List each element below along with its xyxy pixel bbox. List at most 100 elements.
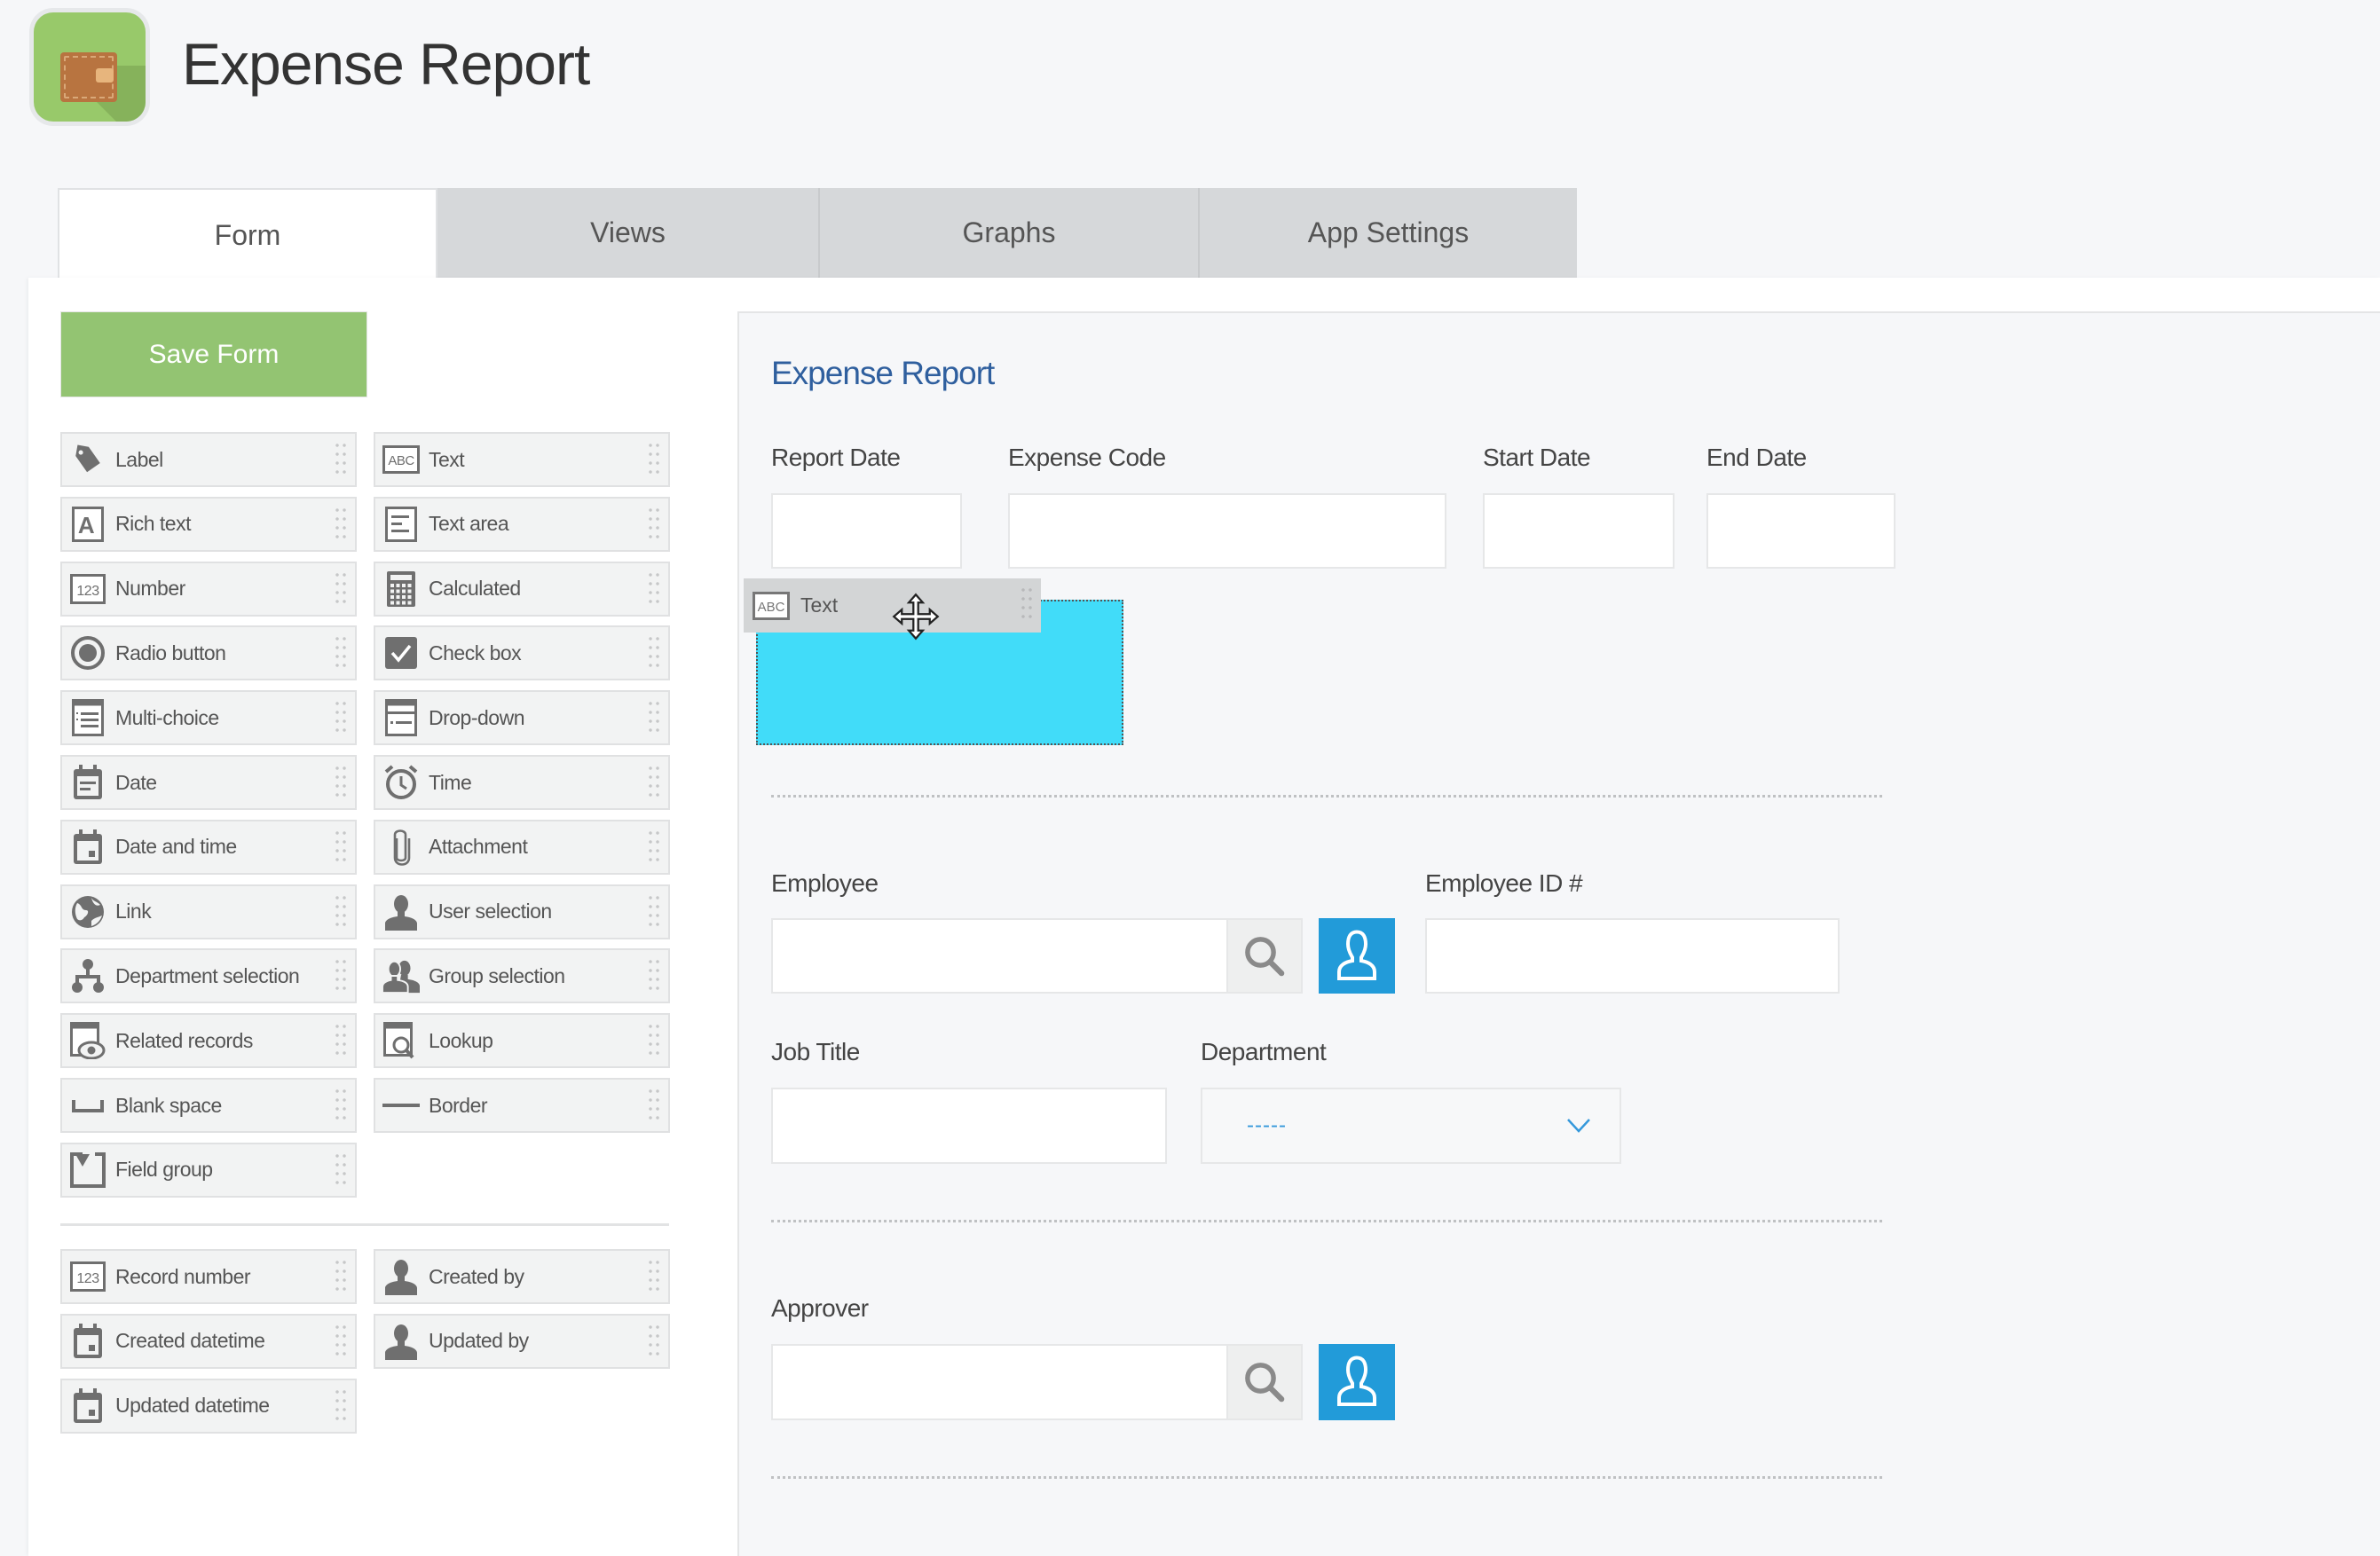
expense-code-field[interactable] — [1008, 493, 1446, 569]
palette-item-attachment[interactable]: Attachment — [374, 819, 670, 875]
tab-form[interactable]: Form — [58, 188, 437, 280]
palette-item-label: Text area — [429, 512, 509, 536]
palette-item-updated-by[interactable]: Updated by — [374, 1313, 670, 1369]
calendar-datetime-icon — [69, 1323, 106, 1360]
palette-item-date-and-time[interactable]: Date and time — [60, 819, 357, 875]
drag-handle[interactable] — [334, 1087, 348, 1124]
report-date-label: Report Date — [771, 444, 901, 471]
drag-handle[interactable] — [334, 828, 348, 866]
palette-item-check-box[interactable]: Check box — [374, 625, 670, 681]
palette-item-text-area[interactable]: Text area — [374, 496, 670, 552]
tab-graphs[interactable]: Graphs — [818, 188, 1198, 278]
palette-item-time[interactable]: Time — [374, 755, 670, 810]
approver-label: Approver — [771, 1294, 869, 1322]
drag-handle[interactable] — [647, 441, 661, 478]
employee-user-picker-button[interactable] — [1319, 918, 1395, 994]
employee-field[interactable] — [771, 918, 1228, 994]
drag-handle[interactable] — [334, 1387, 348, 1425]
palette-item-label: User selection — [429, 900, 552, 923]
drag-handle[interactable] — [647, 570, 661, 608]
drag-handle[interactable] — [334, 1151, 348, 1189]
drag-handle[interactable] — [334, 1258, 348, 1295]
start-date-field[interactable] — [1483, 493, 1675, 569]
drag-handle[interactable] — [647, 1022, 661, 1060]
palette-item-created-datetime[interactable]: Created datetime — [60, 1313, 357, 1369]
palette-item-record-number[interactable]: 123 Record number — [60, 1249, 357, 1304]
drag-handle[interactable] — [647, 764, 661, 801]
end-date-label: End Date — [1706, 444, 1807, 471]
drag-handle[interactable] — [647, 634, 661, 672]
department-dropdown[interactable]: ----- — [1201, 1088, 1621, 1164]
app-icon — [34, 12, 146, 122]
palette-item-label[interactable]: Label — [60, 432, 357, 487]
job-title-label: Job Title — [771, 1038, 860, 1065]
palette-divider — [60, 1223, 669, 1226]
drag-handle[interactable] — [647, 1322, 661, 1360]
employee-label: Employee — [771, 869, 879, 897]
employee-search-button[interactable] — [1228, 918, 1303, 994]
number-123-icon: 123 — [69, 1258, 106, 1295]
drag-handle[interactable] — [647, 892, 661, 931]
approver-search-button[interactable] — [1228, 1344, 1303, 1420]
user-icon — [382, 1323, 420, 1360]
lookup-icon — [382, 1022, 420, 1059]
end-date-field[interactable] — [1706, 493, 1895, 569]
field-group-icon — [69, 1151, 106, 1189]
palette-item-label: Number — [115, 577, 185, 601]
palette-item-label: Blank space — [115, 1093, 222, 1117]
palette-item-text[interactable]: ABC Text — [374, 432, 670, 487]
palette-item-number[interactable]: 123 Number — [60, 561, 357, 617]
palette-item-radio-button[interactable]: Radio button — [60, 625, 357, 681]
drag-handle[interactable] — [647, 1258, 661, 1295]
drag-handle[interactable] — [334, 441, 348, 478]
palette-item-group-selection[interactable]: Group selection — [374, 948, 670, 1004]
palette-item-label: Rich text — [115, 512, 191, 536]
employee-id-field[interactable] — [1425, 918, 1840, 994]
palette-item-label: Created datetime — [115, 1329, 265, 1353]
approver-user-picker-button[interactable] — [1319, 1344, 1395, 1420]
drag-handle[interactable] — [1020, 585, 1034, 623]
palette-item-created-by[interactable]: Created by — [374, 1249, 670, 1304]
job-title-field[interactable] — [771, 1088, 1167, 1164]
palette-item-updated-datetime[interactable]: Updated datetime — [60, 1378, 357, 1434]
tab-views[interactable]: Views — [437, 188, 818, 278]
drag-handle[interactable] — [647, 699, 661, 737]
drag-handle[interactable] — [334, 1322, 348, 1360]
palette-item-date[interactable]: Date — [60, 755, 357, 810]
drag-handle[interactable] — [334, 505, 348, 543]
report-date-field[interactable] — [771, 493, 962, 569]
calendar-datetime-icon — [69, 1387, 106, 1425]
tab-app-settings[interactable]: App Settings — [1198, 188, 1577, 278]
drag-handle[interactable] — [334, 699, 348, 737]
drag-handle[interactable] — [334, 892, 348, 931]
drag-handle[interactable] — [334, 634, 348, 672]
drag-handle[interactable] — [334, 570, 348, 608]
text-area-icon — [382, 506, 420, 543]
app-title: Expense Report — [182, 31, 590, 97]
palette-item-drop-down[interactable]: Drop-down — [374, 690, 670, 746]
chevron-down-icon — [1567, 1119, 1590, 1133]
palette-item-rich-text[interactable]: A Rich text — [60, 496, 357, 552]
palette-item-user-selection[interactable]: User selection — [374, 884, 670, 939]
palette-item-field-group[interactable]: Field group — [60, 1142, 357, 1198]
palette-item-blank-space[interactable]: Blank space — [60, 1078, 357, 1133]
save-form-button[interactable]: Save Form — [60, 311, 367, 397]
drag-handle[interactable] — [334, 764, 348, 801]
palette-item-department-selection[interactable]: Department selection — [60, 948, 357, 1004]
palette-item-calculated[interactable]: Calculated — [374, 561, 670, 617]
approver-field[interactable] — [771, 1344, 1228, 1420]
drag-handle[interactable] — [334, 957, 348, 995]
palette-item-lookup[interactable]: Lookup — [374, 1013, 670, 1069]
palette-item-multi-choice[interactable]: Multi-choice — [60, 690, 357, 746]
drag-handle[interactable] — [647, 957, 661, 995]
palette-item-link[interactable]: Link — [60, 884, 357, 939]
drag-handle[interactable] — [647, 505, 661, 543]
drag-handle[interactable] — [647, 1087, 661, 1124]
drag-handle[interactable] — [334, 1022, 348, 1060]
palette-item-border[interactable]: Border — [374, 1078, 670, 1133]
drag-handle[interactable] — [647, 828, 661, 866]
palette-item-related-records[interactable]: Related records — [60, 1013, 357, 1069]
svg-text:A: A — [78, 512, 95, 538]
user-icon — [382, 893, 420, 931]
palette-item-label: Calculated — [429, 577, 521, 601]
